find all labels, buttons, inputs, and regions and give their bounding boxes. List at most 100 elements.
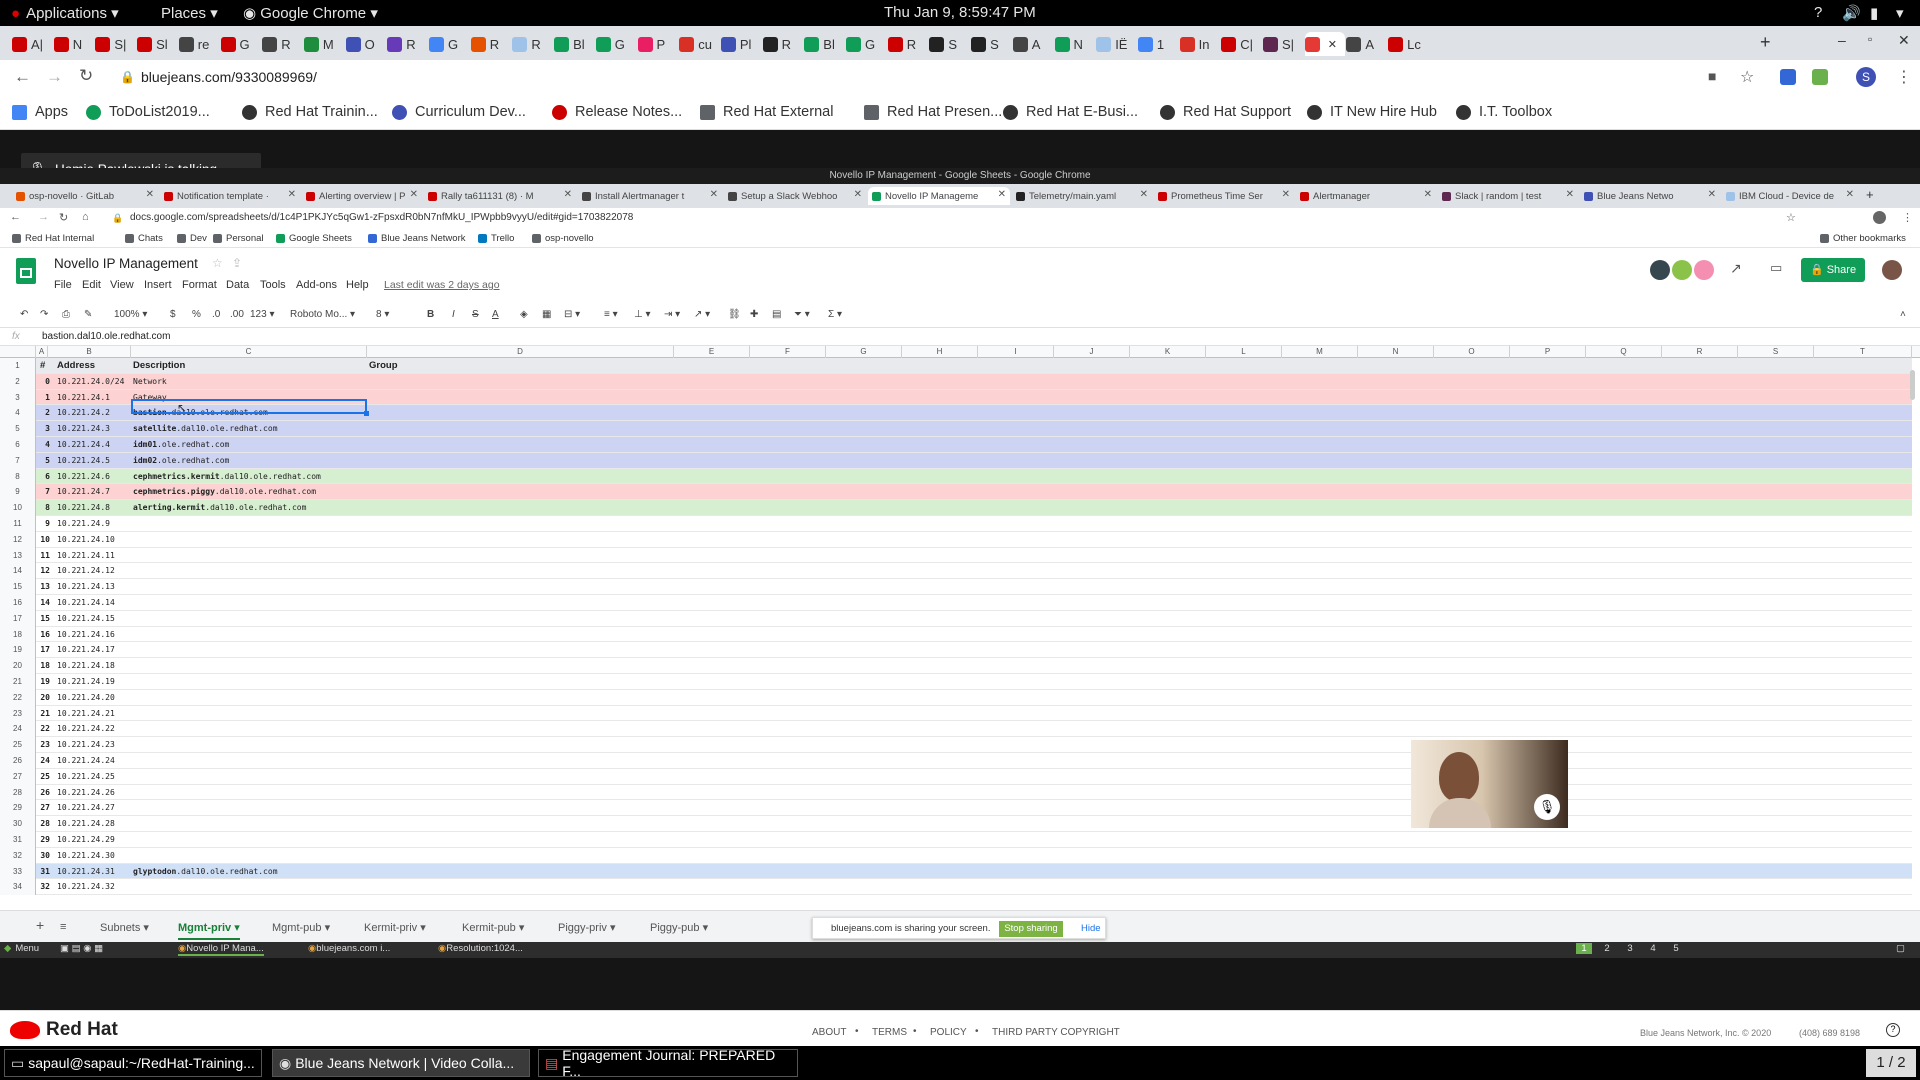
cell-index[interactable]: 12	[40, 563, 50, 579]
table-row[interactable]: 8 6 10.221.24.6 cephmetrics.kermit.dal10.ol…	[0, 468, 1912, 485]
collapse-menu-icon[interactable]: ˄	[1900, 309, 1906, 320]
inner-bookmark[interactable]: Red Hat Internal	[12, 233, 94, 244]
cell-address[interactable]: 10.221.24.30	[57, 848, 115, 864]
cell-index[interactable]: 24	[40, 753, 50, 769]
outer-browser-tab[interactable]: P	[637, 32, 665, 56]
row-number[interactable]: 26	[0, 753, 36, 769]
table-row[interactable]: 10 8 10.221.24.8 alerting.kermit.dal10.ole.…	[0, 500, 1912, 516]
table-row[interactable]: 15 13 10.221.24.13	[0, 579, 1912, 595]
close-tab-icon[interactable]: ✕	[288, 189, 296, 200]
cell-address[interactable]: 10.221.24.6	[57, 469, 110, 485]
menu-format[interactable]: Format	[182, 279, 217, 291]
table-row[interactable]: 5 3 10.221.24.3 satellite.dal10.ole.redhat.…	[0, 421, 1912, 437]
outer-browser-tab[interactable]: S	[929, 32, 957, 56]
cell-index[interactable]: 8	[40, 500, 50, 516]
row-number[interactable]: 30	[0, 816, 36, 832]
sheet-tab-mgmt-pub[interactable]: Mgmt-pub ▾	[272, 921, 330, 934]
cell-index[interactable]: 27	[40, 800, 50, 816]
cell-index[interactable]: 18	[40, 658, 50, 674]
cell-address[interactable]: 10.221.24.32	[57, 879, 115, 895]
outer-bookmark[interactable]: Red Hat Trainin...	[242, 104, 378, 120]
cell-address[interactable]: 10.221.24.27	[57, 800, 115, 816]
cell-address[interactable]: 10.221.24.11	[57, 548, 115, 564]
extension-icon[interactable]	[1780, 69, 1796, 85]
inner-star-icon[interactable]: ☆	[1786, 211, 1796, 224]
redo-icon[interactable]: ↷	[40, 309, 48, 320]
inner-bookmark[interactable]: Blue Jeans Network	[368, 233, 465, 244]
row-number[interactable]: 8	[0, 468, 36, 485]
strikethrough-button[interactable]: S	[472, 309, 479, 320]
outer-browser-tab[interactable]: ✕	[1304, 32, 1345, 56]
cell-address[interactable]: 10.221.24.5	[57, 453, 110, 469]
outer-browser-tab[interactable]: A	[1346, 32, 1374, 56]
inner-bookmark[interactable]: Personal	[213, 233, 264, 244]
footer-link-terms[interactable]: TERMS	[872, 1027, 907, 1038]
outer-browser-tab[interactable]: re	[178, 32, 209, 56]
table-row[interactable]: 12 10 10.221.24.10	[0, 531, 1912, 548]
cell-index[interactable]: 21	[40, 706, 50, 722]
sheet-tab-kermit-pub[interactable]: Kermit-pub ▾	[462, 921, 524, 934]
row-number[interactable]: 16	[0, 595, 36, 611]
row-number[interactable]: 20	[0, 658, 36, 674]
table-row[interactable]: 17 15 10.221.24.15	[0, 610, 1912, 627]
cell-address[interactable]: 10.221.24.18	[57, 658, 115, 674]
cell-index[interactable]: 32	[40, 879, 50, 895]
row-number[interactable]: 22	[0, 689, 36, 706]
column-header[interactable]: B	[48, 346, 131, 358]
cell-description[interactable]: idm01.ole.redhat.com	[133, 437, 229, 453]
cell-address[interactable]: 10.221.24.17	[57, 642, 115, 658]
outer-browser-tab[interactable]: G	[595, 32, 625, 56]
inner-bookmark[interactable]: Chats	[125, 233, 163, 244]
cell-index[interactable]: 19	[40, 674, 50, 690]
close-tab-icon[interactable]: ✕	[564, 189, 572, 200]
cell-description[interactable]: glyptodon.dal10.ole.redhat.com	[133, 864, 278, 880]
reload-icon[interactable]: ↻	[79, 66, 93, 86]
outer-browser-tab[interactable]: R	[387, 32, 416, 56]
cell-index[interactable]: 14	[40, 595, 50, 611]
row-number[interactable]: 23	[0, 705, 36, 722]
menu-add-ons[interactable]: Add-ons	[296, 279, 337, 291]
inner-browser-tab[interactable]: osp-novello · GitLab ✕	[12, 187, 158, 205]
undo-icon[interactable]: ↶	[20, 309, 28, 320]
table-row[interactable]: 27 25 10.221.24.25	[0, 768, 1912, 785]
power-menu-icon[interactable]: ▾	[1896, 4, 1904, 22]
row-number[interactable]: 19	[0, 642, 36, 659]
activity-trend-icon[interactable]: ↗	[1730, 260, 1742, 277]
inner-task-item[interactable]: ◉ bluejeans.com i...	[308, 943, 390, 954]
cell-address[interactable]: 10.221.24.24	[57, 753, 115, 769]
table-row[interactable]: 28 26 10.221.24.26	[0, 784, 1912, 801]
align-vertical-icon[interactable]: ⊥ ▾	[634, 309, 651, 320]
lock-icon[interactable]: 🔒	[120, 70, 135, 84]
text-rotate-icon[interactable]: ↗ ▾	[694, 309, 710, 320]
cell-address[interactable]: 10.221.24.14	[57, 595, 115, 611]
column-header[interactable]: N	[1358, 346, 1434, 358]
cell-address[interactable]: 10.221.24.1	[57, 390, 110, 406]
outer-browser-tab[interactable]: R	[887, 32, 916, 56]
workspace-button[interactable]: 4	[1645, 943, 1661, 954]
cell-address[interactable]: 10.221.24.28	[57, 816, 115, 832]
outer-url-field[interactable]: bluejeans.com/9330089969/	[141, 69, 317, 85]
table-row[interactable]: 3 1 10.221.24.1 Gateway	[0, 389, 1912, 406]
sheet-tab-subnets[interactable]: Subnets ▾	[100, 921, 149, 934]
inner-browser-tab[interactable]: Novello IP Manageme ✕	[868, 187, 1010, 205]
footer-link-about[interactable]: ABOUT	[812, 1027, 846, 1038]
outer-browser-tab[interactable]: O	[345, 32, 375, 56]
column-header[interactable]: C	[131, 346, 367, 358]
back-icon[interactable]: ←	[14, 67, 31, 87]
outer-browser-tab[interactable]: G	[846, 32, 875, 56]
workspace-button[interactable]: 2	[1599, 943, 1615, 954]
camera-icon[interactable]: ■	[1708, 68, 1716, 84]
close-tab-icon[interactable]: ✕	[854, 189, 862, 200]
outer-bookmark[interactable]: Red Hat Support	[1160, 104, 1291, 120]
outer-browser-tab[interactable]: S	[971, 32, 999, 56]
cell-description[interactable]: idm02.ole.redhat.com	[133, 453, 229, 469]
collaborator-avatar[interactable]	[1650, 260, 1670, 280]
insert-comment-icon[interactable]: ✚	[750, 309, 758, 320]
outer-browser-tab[interactable]: N	[53, 32, 82, 56]
document-title[interactable]: Novello IP Management	[54, 256, 198, 271]
inner-browser-tab[interactable]: Alertmanager ✕	[1296, 187, 1436, 205]
inner-profile-avatar[interactable]	[1873, 211, 1886, 224]
row-number[interactable]: 29	[0, 800, 36, 817]
close-tab-icon[interactable]: ✕	[1708, 189, 1716, 200]
menu-help[interactable]: Help	[346, 279, 369, 291]
